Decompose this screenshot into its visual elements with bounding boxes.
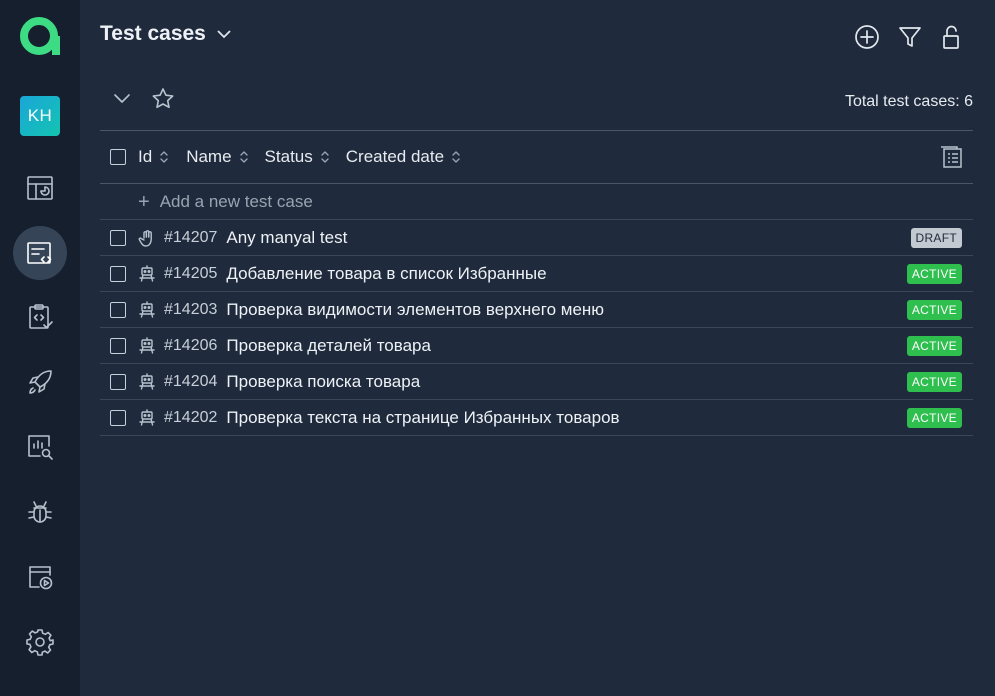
column-name-label: Name [186,147,232,166]
chevron-down-icon [217,30,231,39]
test-plans-icon [29,304,53,329]
automated-robot-icon [138,300,156,319]
case-name: Проверка деталей товара [226,335,431,355]
sort-icon [450,148,462,166]
table-row[interactable]: #14203 Проверка видимости элементов верхн… [100,292,973,328]
case-name: Any manyal test [226,227,348,247]
status-badge: ACTIVE [906,264,962,284]
table-row[interactable]: #14202 Проверка текста на странице Избран… [100,400,973,436]
page-title-dropdown[interactable]: Test cases [100,22,234,46]
test-cases-table: Id Name Status Created date + Add a new … [100,130,973,436]
manual-hand-icon [138,229,156,247]
table-header: Id Name Status Created date [100,130,973,184]
status-badge: ACTIVE [906,336,962,356]
row-checkbox[interactable] [110,229,126,246]
column-name[interactable]: Name [186,147,249,167]
sidebar-item-test-cases[interactable] [13,226,67,280]
automated-robot-icon [138,264,156,283]
case-name: Добавление товара в список Избранные [226,263,547,283]
sidebar-item-dashboard[interactable] [13,161,67,215]
filter-icon [899,27,921,47]
row-checkbox[interactable] [110,265,126,282]
unlock-icon [943,25,959,49]
case-name: Проверка видимости элементов верхнего ме… [226,299,605,319]
plus-icon: + [138,190,150,213]
case-id: #14203 [164,300,218,318]
row-checkbox[interactable] [110,337,126,354]
sidebar: KH [0,0,80,696]
columns-icon [941,146,962,168]
sidebar-item-analytics[interactable] [13,420,67,474]
add-test-case-button[interactable]: + Add a new test case [100,184,973,220]
chevron-down-icon [114,94,130,103]
column-created-label: Created date [345,147,445,166]
automated-robot-icon [138,408,156,427]
gear-icon [26,629,54,656]
sort-icon [158,148,170,166]
table-row[interactable]: #14206 Проверка деталей товара ACTIVE [100,328,973,364]
column-created-date[interactable]: Created date [346,147,462,167]
add-button[interactable] [853,23,881,51]
status-badge: DRAFT [910,228,962,248]
column-status[interactable]: Status [265,147,331,167]
table-row[interactable]: #14207 Any manyal test DRAFT [100,220,973,256]
lock-button[interactable] [938,23,966,51]
status-badge: ACTIVE [906,372,962,392]
status-badge: ACTIVE [906,300,962,320]
star-icon [152,88,174,109]
automated-robot-icon [138,372,156,391]
case-name: Проверка текста на странице Избранных то… [226,407,620,427]
collapse-button[interactable] [109,86,135,112]
automated-robot-icon [138,336,156,355]
row-checkbox[interactable] [110,301,126,318]
avatar[interactable]: KH [20,96,60,136]
sidebar-item-settings[interactable] [13,615,67,669]
sort-icon [238,148,250,166]
table-row[interactable]: #14204 Проверка поиска товара ACTIVE [100,364,973,400]
sidebar-item-test-plans[interactable] [13,290,67,344]
row-checkbox[interactable] [110,373,126,390]
column-id-label: Id [138,147,153,166]
sidebar-item-defects[interactable] [13,485,67,539]
status-badge: ACTIVE [906,408,962,428]
run-icon [29,566,53,590]
test-cases-icon [27,242,52,264]
case-id: #14202 [164,408,218,426]
case-id: #14207 [164,228,218,246]
rocket-icon [29,370,52,394]
add-test-case-label: Add a new test case [159,191,313,211]
total-count: Total test cases: 6 [844,93,973,110]
plus-circle-icon [855,25,879,49]
filter-button[interactable] [896,23,924,51]
column-settings-button[interactable] [939,145,963,169]
alpha-logo-icon[interactable] [18,14,62,58]
dashboard-icon [27,176,53,200]
page-title: Test cases [100,22,206,45]
column-id[interactable]: Id [138,147,170,167]
case-id: #14206 [164,336,218,354]
select-all-checkbox[interactable] [110,149,126,165]
sidebar-item-runs[interactable] [13,550,67,604]
analytics-icon [28,435,53,460]
bug-icon [28,501,52,523]
favorites-button[interactable] [150,86,176,112]
column-status-label: Status [264,147,313,166]
row-checkbox[interactable] [110,409,126,426]
case-id: #14204 [164,372,218,390]
table-row[interactable]: #14205 Добавление товара в список Избранн… [100,256,973,292]
case-id: #14205 [164,264,218,282]
sort-icon [319,148,331,166]
case-name: Проверка поиска товара [226,371,421,391]
sidebar-item-launches[interactable] [13,355,67,409]
